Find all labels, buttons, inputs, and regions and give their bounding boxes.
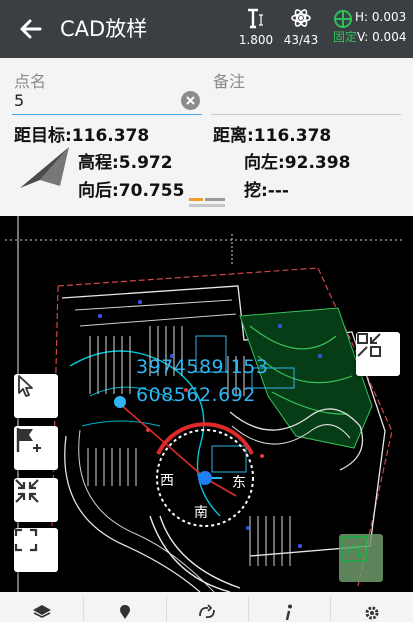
layers-icon[interactable]	[31, 604, 53, 622]
distance-to-target: 距目标:116.378	[14, 126, 150, 146]
pin-icon[interactable]	[114, 604, 136, 622]
h-precision: H: 0.003	[355, 10, 407, 24]
remark-underline	[211, 114, 401, 115]
remark-label: 备注	[213, 72, 246, 91]
backward-value: 向后:70.755	[78, 181, 185, 201]
antenna-height-status[interactable]: 1.800	[238, 6, 274, 47]
cad-map-canvas[interactable]: 3974589.153 608562.692 西 东 南	[0, 216, 413, 592]
compass-west-label: 西	[160, 473, 174, 489]
info-icon[interactable]	[278, 604, 300, 622]
page-title: CAD放样	[60, 17, 148, 41]
point-name-underline	[12, 114, 202, 115]
gps-precision[interactable]: H: 0.003 固定V: 0.004	[333, 9, 413, 46]
v-precision: V: 0.004	[357, 30, 407, 44]
satellite-status[interactable]: 43/43	[281, 6, 321, 47]
back-arrow-icon[interactable]	[16, 14, 46, 44]
clear-input-icon[interactable]	[181, 91, 200, 110]
elevation-value: 高程:5.972	[78, 153, 173, 173]
coord-y-text: 608562.692	[136, 384, 256, 406]
stakeout-info-panel: 点名 5 备注 距目标:116.378 距离:116.378 高程:5.972 …	[0, 58, 413, 216]
sync-icon[interactable]	[196, 604, 218, 622]
point-name-label: 点名	[14, 72, 47, 91]
compass-south-label: 南	[194, 505, 208, 521]
app-header: CAD放样 1.800 43/43 H: 0.003 固定V: 0.004	[0, 0, 413, 58]
direction-arrow-icon	[18, 146, 70, 190]
point-name-input[interactable]: 5	[14, 91, 24, 110]
add-point-button[interactable]	[14, 426, 58, 470]
zoom-window-button[interactable]	[356, 332, 400, 376]
select-button[interactable]	[14, 374, 58, 418]
distance-value: 距离:116.378	[213, 126, 332, 146]
satellite-icon	[281, 6, 321, 30]
to-left-value: 向左:92.398	[244, 153, 351, 173]
cut-value: 挖:---	[244, 181, 289, 201]
remark-input[interactable]	[213, 91, 401, 111]
satellite-count: 43/43	[283, 33, 319, 47]
zoom-fit-button[interactable]	[14, 478, 58, 522]
divider	[166, 596, 167, 622]
coord-x-text: 3974589.153	[136, 356, 269, 378]
bottom-toolbar	[0, 592, 413, 622]
antenna-pole-icon	[238, 6, 274, 30]
fix-status-badge: 固定	[333, 30, 358, 44]
fullscreen-button[interactable]	[14, 528, 58, 572]
cad-stakeout-screen: CAD放样 1.800 43/43 H: 0.003 固定V: 0.004 点名…	[0, 0, 413, 622]
antenna-height-value: 1.800	[238, 33, 274, 47]
compass-east-label: 东	[232, 475, 246, 491]
settings-icon[interactable]	[361, 604, 383, 622]
divider	[248, 596, 249, 622]
locate-map-button[interactable]	[339, 534, 383, 582]
divider	[83, 596, 84, 622]
divider	[330, 596, 331, 622]
